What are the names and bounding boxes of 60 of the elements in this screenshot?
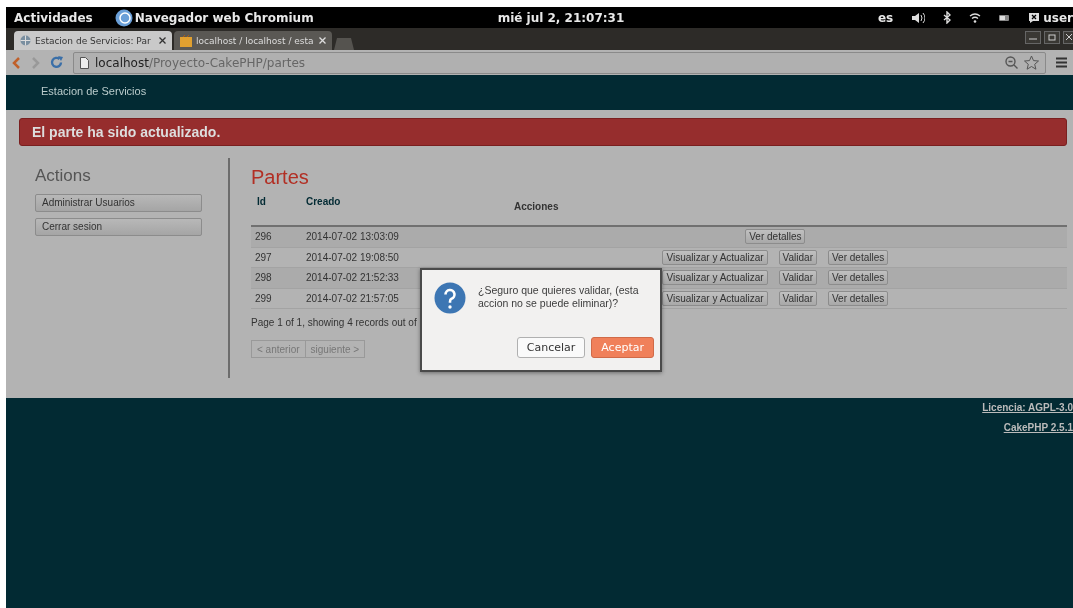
zoom-out-icon[interactable]: [1005, 56, 1018, 69]
browser-tab[interactable]: localhost / localhost / esta: [174, 31, 332, 50]
action-button[interactable]: Visualizar y Actualizar: [662, 249, 768, 265]
column-header[interactable]: Id: [251, 192, 306, 225]
globe-icon: [20, 35, 31, 46]
action-button[interactable]: Ver detalles: [827, 249, 889, 265]
action-button[interactable]: Ver detalles: [827, 270, 889, 286]
footer-link[interactable]: Licencia: AGPL-3.0: [982, 402, 1073, 413]
url-text: localhost/Proyecto-CakePHP/partes: [95, 55, 307, 70]
battery-icon[interactable]: [999, 14, 1011, 21]
page-icon: [80, 56, 89, 69]
action-button[interactable]: Validar: [778, 270, 817, 286]
column-header[interactable]: Acciones: [514, 192, 559, 225]
flash-message: El parte ha sido actualizado.: [19, 118, 1067, 146]
close-icon[interactable]: [1063, 31, 1073, 44]
reload-icon[interactable]: [50, 56, 63, 69]
menu-icon[interactable]: [1056, 57, 1067, 68]
tab-title: Estacion de Servicios: Par: [35, 35, 152, 46]
action-button[interactable]: Validar: [778, 249, 817, 265]
paging-text: Page 1 of 1, showing 4 records out of: [251, 317, 418, 328]
minimize-icon[interactable]: [1025, 31, 1041, 44]
action-button[interactable]: Validar: [778, 290, 817, 306]
column-header[interactable]: Creado: [306, 192, 514, 225]
wifi-icon[interactable]: [969, 11, 982, 24]
dialog-message: ¿Seguro que quieres validar, (esta accion no se puede eliminar)?: [478, 283, 640, 311]
sidebar-button[interactable]: Cerrar sesion: [35, 218, 202, 236]
volume-icon[interactable]: [911, 11, 926, 24]
browser-tab[interactable]: Estacion de Servicios: Par: [14, 31, 172, 50]
footer-link[interactable]: CakePHP 2.5.1: [1003, 422, 1073, 433]
table-cell-text: 299: [254, 292, 273, 304]
table-cell-text: 296: [254, 231, 273, 243]
app-menu[interactable]: Navegador web Chromium: [134, 10, 314, 25]
tab-title: localhost / localhost / esta: [196, 35, 315, 46]
action-button[interactable]: Ver detalles: [827, 290, 889, 306]
action-button[interactable]: Ver detalles: [745, 229, 806, 245]
keyboard-layout[interactable]: es: [877, 10, 894, 25]
table-cell: 2014-07-02 13:03:09: [306, 231, 399, 243]
table-cell: 2014-07-02 21:52:33: [306, 272, 399, 284]
table-cell: 2014-07-02 19:08:50: [306, 251, 399, 263]
page-title: Partes: [251, 166, 310, 190]
table-cell-text: 297: [254, 251, 273, 263]
question-icon: [434, 282, 466, 316]
sidebar-button[interactable]: Administrar Usuarios: [35, 194, 202, 212]
activities-button[interactable]: Actividades: [14, 10, 93, 25]
star-icon[interactable]: [1024, 55, 1039, 70]
close-icon[interactable]: [159, 37, 166, 44]
action-button[interactable]: Visualizar y Actualizar: [662, 290, 768, 306]
restore-icon[interactable]: [1044, 31, 1060, 44]
message-icon[interactable]: [1028, 11, 1041, 24]
bluetooth-icon[interactable]: [943, 11, 952, 24]
address-bar[interactable]: localhost/Proyecto-CakePHP/partes: [73, 51, 1046, 74]
action-button[interactable]: Visualizar y Actualizar: [662, 270, 768, 286]
folder-icon: [180, 34, 192, 47]
browser-logo-icon: [114, 8, 133, 27]
clock[interactable]: mié jul 2, 21:07:31: [497, 10, 625, 25]
sidebar-title: Actions: [35, 166, 92, 186]
user-menu[interactable]: user: [1043, 10, 1073, 25]
dialog-button[interactable]: Cancelar: [516, 337, 586, 358]
table-cell: 2014-07-02 21:57:05: [306, 292, 399, 304]
table-cell-text: 298: [254, 272, 273, 284]
